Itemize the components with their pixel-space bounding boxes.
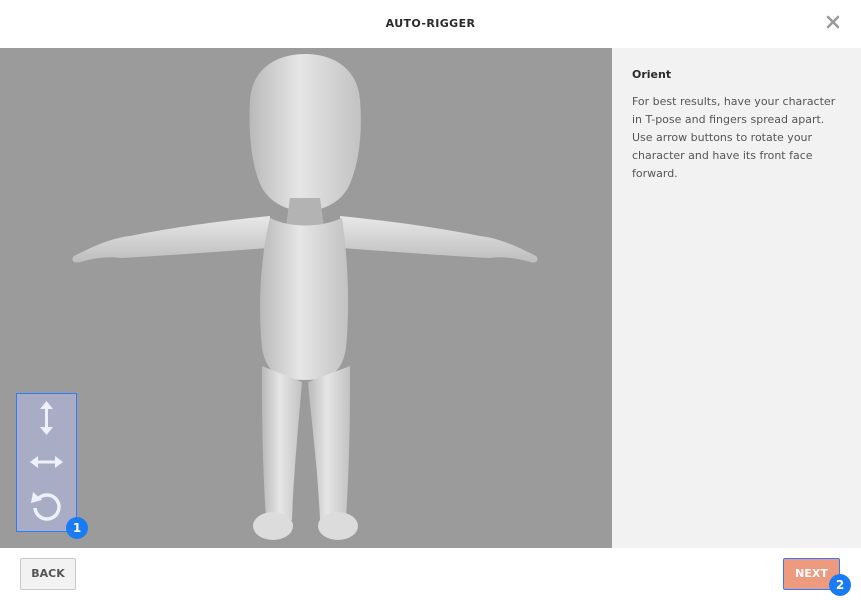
vertical-arrows-icon[interactable] bbox=[17, 398, 76, 438]
rotate-icon[interactable] bbox=[17, 486, 76, 526]
character-model bbox=[72, 54, 538, 540]
dialog-footer: BACK NEXT 2 bbox=[0, 548, 861, 600]
dialog-title: AUTO-RIGGER bbox=[385, 17, 476, 30]
step-badge-2: 2 bbox=[829, 574, 851, 596]
step-badge-1: 1 bbox=[66, 517, 88, 539]
back-button[interactable]: BACK bbox=[20, 558, 76, 590]
close-icon[interactable] bbox=[825, 14, 841, 30]
horizontal-arrows-icon[interactable] bbox=[17, 442, 76, 482]
panel-heading: Orient bbox=[632, 68, 672, 81]
orientation-controls bbox=[16, 393, 77, 532]
dialog-header: AUTO-RIGGER bbox=[0, 0, 861, 48]
panel-description: For best results, have your character in… bbox=[632, 95, 836, 180]
3d-viewport[interactable]: 1 bbox=[0, 48, 612, 548]
info-panel: Orient For best results, have your chara… bbox=[612, 48, 861, 548]
